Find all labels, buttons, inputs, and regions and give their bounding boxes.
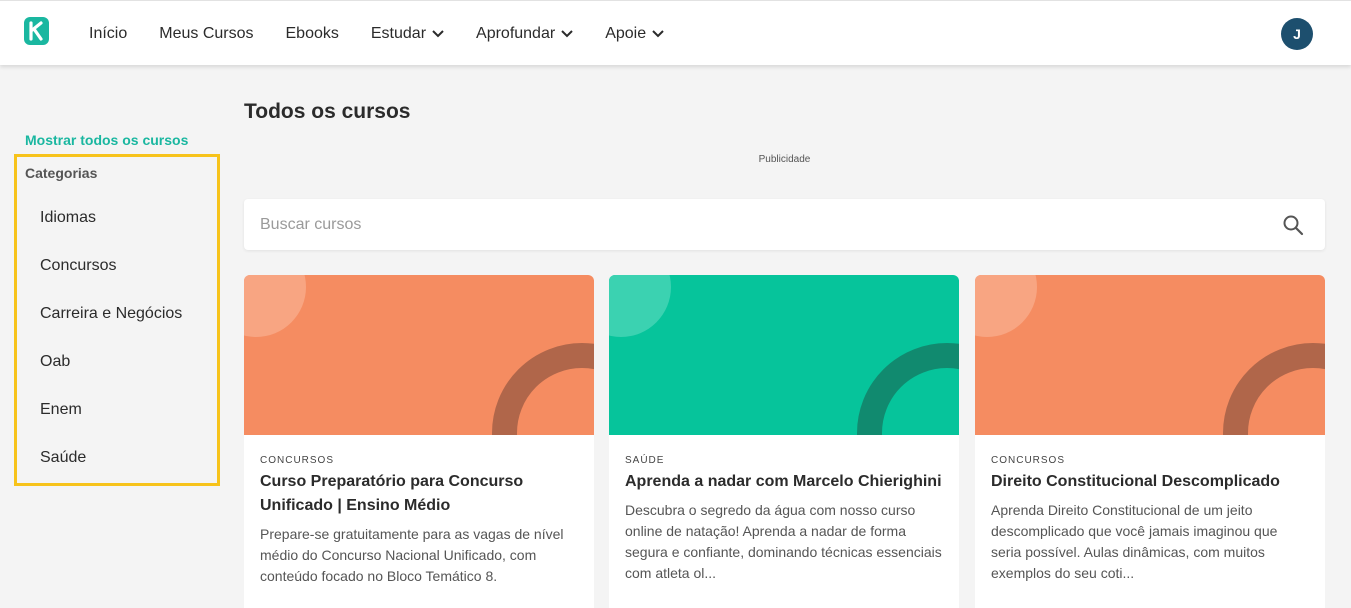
nav-apoie-label: Apoie	[605, 24, 647, 42]
category-list: Idiomas Concursos Carreira e Negócios Oa…	[40, 209, 182, 497]
course-card[interactable]: Saúde Aprenda a nadar com Marcelo Chieri…	[609, 275, 959, 608]
course-title[interactable]: Curso Preparatório para Concurso Unifica…	[260, 470, 578, 518]
ad-label: Publicidade	[758, 154, 811, 165]
chevron-down-icon	[561, 29, 573, 37]
course-category: Concursos	[260, 455, 335, 466]
nav-inicio-label: Início	[89, 24, 128, 42]
course-description: Aprenda Direito Constitucional de um jei…	[991, 502, 1278, 581]
course-title[interactable]: Aprenda a nadar com Marcelo Chierighini	[625, 470, 943, 494]
search-input[interactable]	[244, 199, 1264, 250]
course-title[interactable]: Direito Constitucional Descomplicado	[991, 470, 1309, 494]
course-banner	[975, 275, 1325, 435]
nav-ebooks-label: Ebooks	[285, 24, 339, 42]
course-description: Descubra o segredo da água com nosso cur…	[625, 502, 942, 581]
category-item-enem[interactable]: Enem	[40, 401, 182, 449]
search-icon[interactable]	[1282, 214, 1304, 236]
banner-arc-shape	[1223, 343, 1325, 435]
banner-arc-shape	[857, 343, 959, 435]
category-item-saude[interactable]: Saúde	[40, 449, 182, 497]
category-item-carreira[interactable]: Carreira e Negócios	[40, 305, 182, 353]
banner-arc-shape	[492, 343, 594, 435]
nav-estudar-label: Estudar	[370, 24, 427, 42]
banner-circle-shape	[244, 275, 306, 337]
nav-estudar[interactable]: Estudar	[371, 25, 444, 43]
categories-heading: Categorias	[25, 165, 98, 181]
course-banner	[244, 275, 594, 435]
banner-circle-shape	[975, 275, 1037, 337]
main-nav: Início Meus Cursos Ebooks Estudar Aprofu…	[89, 1, 696, 66]
categories-panel: Categorias Idiomas Concursos Carreira e …	[14, 154, 220, 486]
avatar-initial: J	[1293, 26, 1301, 42]
page-title: Todos os cursos	[244, 100, 411, 123]
top-header: Início Meus Cursos Ebooks Estudar Aprofu…	[0, 0, 1351, 65]
category-item-idiomas[interactable]: Idiomas	[40, 209, 182, 257]
nav-aprofundar-label: Aprofundar	[476, 24, 556, 42]
course-category: Concursos	[991, 455, 1066, 466]
category-item-concursos[interactable]: Concursos	[40, 257, 182, 305]
course-card[interactable]: Concursos Direito Constitucional Descomp…	[975, 275, 1325, 608]
course-category: Saúde	[625, 455, 665, 466]
logo-icon[interactable]	[24, 17, 49, 45]
category-item-oab[interactable]: Oab	[40, 353, 182, 401]
banner-circle-shape	[609, 275, 671, 337]
nav-ebooks[interactable]: Ebooks	[286, 25, 339, 43]
search-bar	[244, 199, 1325, 250]
course-card[interactable]: Concursos Curso Preparatório para Concur…	[244, 275, 594, 608]
chevron-down-icon	[652, 29, 664, 37]
nav-aprofundar[interactable]: Aprofundar	[476, 25, 573, 43]
nav-meus-cursos-label: Meus Cursos	[159, 24, 254, 42]
chevron-down-icon	[432, 29, 444, 37]
course-banner	[609, 275, 959, 435]
course-description: Prepare-se gratuitamente para as vagas d…	[260, 526, 564, 584]
nav-apoie[interactable]: Apoie	[605, 25, 664, 43]
show-all-courses-link[interactable]: Mostrar todos os cursos	[25, 132, 188, 148]
user-avatar[interactable]: J	[1281, 18, 1313, 50]
nav-meus-cursos[interactable]: Meus Cursos	[159, 25, 253, 43]
nav-inicio[interactable]: Início	[89, 25, 127, 43]
